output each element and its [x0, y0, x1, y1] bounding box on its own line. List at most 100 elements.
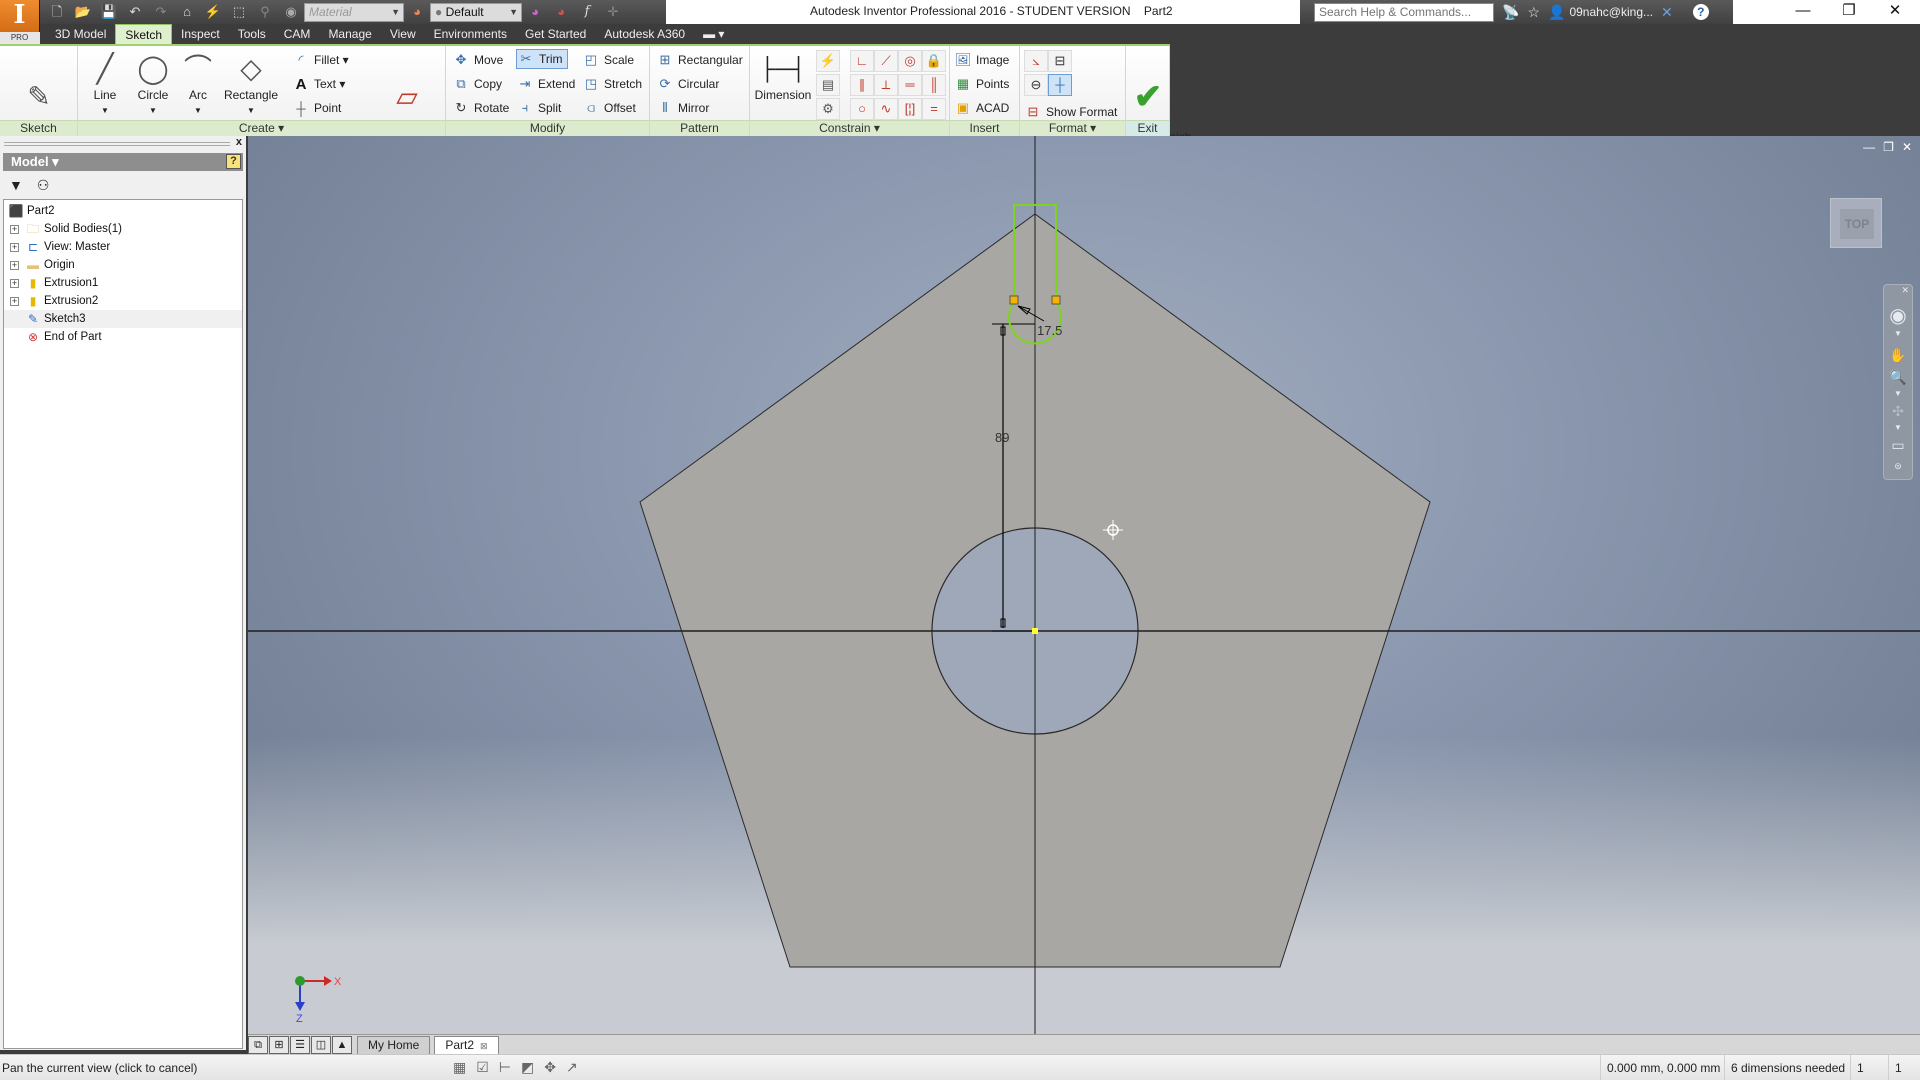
ribbon-display-toggle-icon[interactable]: ▬ ▾: [694, 24, 733, 44]
tab-inspect[interactable]: Inspect: [172, 24, 229, 44]
tab-cam[interactable]: CAM: [275, 24, 320, 44]
trim-button[interactable]: ✂ Trim: [516, 49, 568, 69]
add-icon[interactable]: ✛: [603, 3, 623, 21]
concentric-icon[interactable]: ◎: [898, 50, 922, 72]
insert-points-button[interactable]: ▦ Points: [954, 74, 1010, 94]
material-select[interactable]: Material ▼: [304, 2, 404, 22]
tree-item-part2[interactable]: ⬛ Part2: [4, 202, 242, 220]
doc-tab-my-home[interactable]: My Home: [357, 1036, 431, 1054]
perpendicular-icon[interactable]: ⟂: [874, 74, 898, 96]
pan-hand-icon[interactable]: ✋: [1884, 347, 1912, 364]
show-constraints-icon[interactable]: ☑: [476, 1059, 489, 1076]
browser-help-icon[interactable]: ?: [226, 154, 241, 169]
filter-icon[interactable]: ▼: [9, 177, 23, 193]
navbar-close-icon[interactable]: ✕: [1884, 285, 1912, 296]
chevron-down-icon[interactable]: ▼: [1884, 389, 1912, 398]
redo-icon[interactable]: ↷: [151, 3, 171, 21]
exchange-icon[interactable]: ✕: [1661, 4, 1673, 21]
tree-item-sketch3[interactable]: ✎ Sketch3: [4, 310, 242, 328]
expand-icon[interactable]: +: [10, 278, 19, 288]
extend-button[interactable]: ⇥ Extend: [516, 74, 576, 94]
doc-tab-part2[interactable]: Part2 ⊠: [434, 1036, 499, 1054]
construction-icon[interactable]: ⦣: [1024, 50, 1048, 72]
sketch-canvas[interactable]: 89 17.5 X Z: [248, 136, 1920, 1034]
symmetric-icon[interactable]: [¦]: [898, 98, 922, 120]
move-button[interactable]: ✥ Move: [452, 50, 504, 70]
move-constraint-icon[interactable]: ✥: [544, 1059, 556, 1076]
tab-3d-model[interactable]: 3D Model: [46, 24, 115, 44]
browser-grip-handle[interactable]: [4, 142, 230, 146]
tab-manage[interactable]: Manage: [319, 24, 380, 44]
tab-view[interactable]: View: [381, 24, 425, 44]
offset-button[interactable]: ⫏ Offset: [582, 98, 636, 118]
viewport-minimize-icon[interactable]: —: [1863, 140, 1875, 154]
undo-icon[interactable]: ↶: [125, 3, 145, 21]
text-button[interactable]: A Text ▾: [292, 74, 346, 94]
browser-close-button[interactable]: x: [236, 136, 242, 148]
center-point-icon[interactable]: ┼: [1048, 74, 1072, 96]
coincident-icon[interactable]: ∟: [850, 50, 874, 72]
appearance-icon[interactable]: ◕: [407, 3, 427, 21]
split-button[interactable]: ⫞ Split: [516, 98, 562, 118]
select-icon[interactable]: ⬚: [229, 3, 249, 21]
appearance-override-icon[interactable]: ◕: [525, 3, 545, 21]
user-icon[interactable]: 👤: [1548, 4, 1565, 21]
graphics-viewport[interactable]: 89 17.5 X Z — ❐ ✕ TOP ✕ ◉ ▼ ✋ 🔍 ▼ ✣ ▼ ▭ …: [248, 136, 1920, 1034]
horizontal-icon[interactable]: ═: [898, 74, 922, 96]
vertical-icon[interactable]: ║: [922, 74, 946, 96]
restore-button[interactable]: ❐: [1826, 0, 1872, 24]
expand-icon[interactable]: +: [10, 260, 19, 270]
dimension-17-5-label[interactable]: 17.5: [1037, 323, 1062, 338]
tree-item-solid-bodies[interactable]: + 🗀 Solid Bodies(1): [4, 220, 242, 238]
constraint-settings-icon[interactable]: ⚙: [816, 98, 840, 120]
minimize-button[interactable]: —: [1780, 0, 1826, 24]
tab-sketch[interactable]: Sketch: [115, 24, 173, 44]
tab-tools[interactable]: Tools: [229, 24, 275, 44]
sketch-grip-right[interactable]: [1051, 295, 1061, 305]
dimension-89-label[interactable]: 89: [995, 430, 1009, 445]
close-window-button[interactable]: ✕: [1872, 0, 1918, 24]
zoom-icon[interactable]: 🔍: [1884, 369, 1912, 386]
expand-icon[interactable]: +: [10, 224, 19, 234]
viewcube[interactable]: TOP: [1830, 198, 1882, 248]
line-button[interactable]: ╱ Line ▼: [83, 50, 127, 118]
circle-button[interactable]: ◯ Circle ▼: [128, 50, 178, 118]
new-icon[interactable]: 🗋: [47, 3, 67, 21]
home-icon[interactable]: ⌂: [177, 3, 197, 21]
copy-button[interactable]: ⧉ Copy: [452, 74, 502, 94]
scale-button[interactable]: ◰ Scale: [582, 50, 634, 70]
orbit-icon[interactable]: ✣: [1884, 403, 1912, 420]
insert-acad-button[interactable]: ▣ ACAD: [954, 98, 1010, 118]
clear-override-icon[interactable]: ◕: [551, 3, 571, 21]
centerline-icon[interactable]: ⊖: [1024, 74, 1048, 96]
rectangle-button[interactable]: ◇ Rectangle ▼: [220, 50, 282, 118]
relax-mode-icon[interactable]: ↗: [566, 1059, 578, 1076]
sketch-origin-point[interactable]: [1032, 628, 1038, 634]
slice-graphics-icon[interactable]: ◩: [521, 1059, 534, 1076]
application-menu-button[interactable]: I PRO: [0, 0, 40, 44]
mirror-button[interactable]: ⫴ Mirror: [656, 98, 709, 118]
expand-icon[interactable]: +: [10, 242, 19, 252]
equal-icon[interactable]: =: [922, 98, 946, 120]
save-icon[interactable]: 💾: [99, 3, 119, 21]
chevron-down-icon[interactable]: ▼: [1884, 423, 1912, 432]
fix-lock-icon[interactable]: 🔒: [922, 50, 946, 72]
tree-item-origin[interactable]: + ▬ Origin: [4, 256, 242, 274]
collinear-icon[interactable]: ⟋: [874, 50, 898, 72]
appearance-select[interactable]: ● Default ▼: [430, 2, 522, 22]
tangent-icon[interactable]: ○: [850, 98, 874, 120]
cascade-windows-icon[interactable]: ⧉: [248, 1036, 268, 1054]
parallel-icon[interactable]: ∥: [850, 74, 874, 96]
tree-item-extrusion2[interactable]: + ▮ Extrusion2: [4, 292, 242, 310]
fx-icon[interactable]: f: [577, 3, 597, 21]
search-help-input[interactable]: [1314, 2, 1494, 22]
driven-dimension-icon[interactable]: ⊟: [1048, 50, 1072, 72]
stretch-button[interactable]: ◳ Stretch: [582, 74, 642, 94]
tab-get-started[interactable]: Get Started: [516, 24, 595, 44]
open-icon[interactable]: 📂: [73, 3, 93, 21]
tile-horizontal-icon[interactable]: ☰: [290, 1036, 310, 1054]
update-icon[interactable]: ⚡: [203, 3, 223, 21]
find-binoculars-icon[interactable]: ⚇: [37, 177, 50, 194]
circular-pattern-button[interactable]: ⟳ Circular: [656, 74, 720, 94]
rectangular-pattern-button[interactable]: ⊞ Rectangular: [656, 50, 743, 70]
